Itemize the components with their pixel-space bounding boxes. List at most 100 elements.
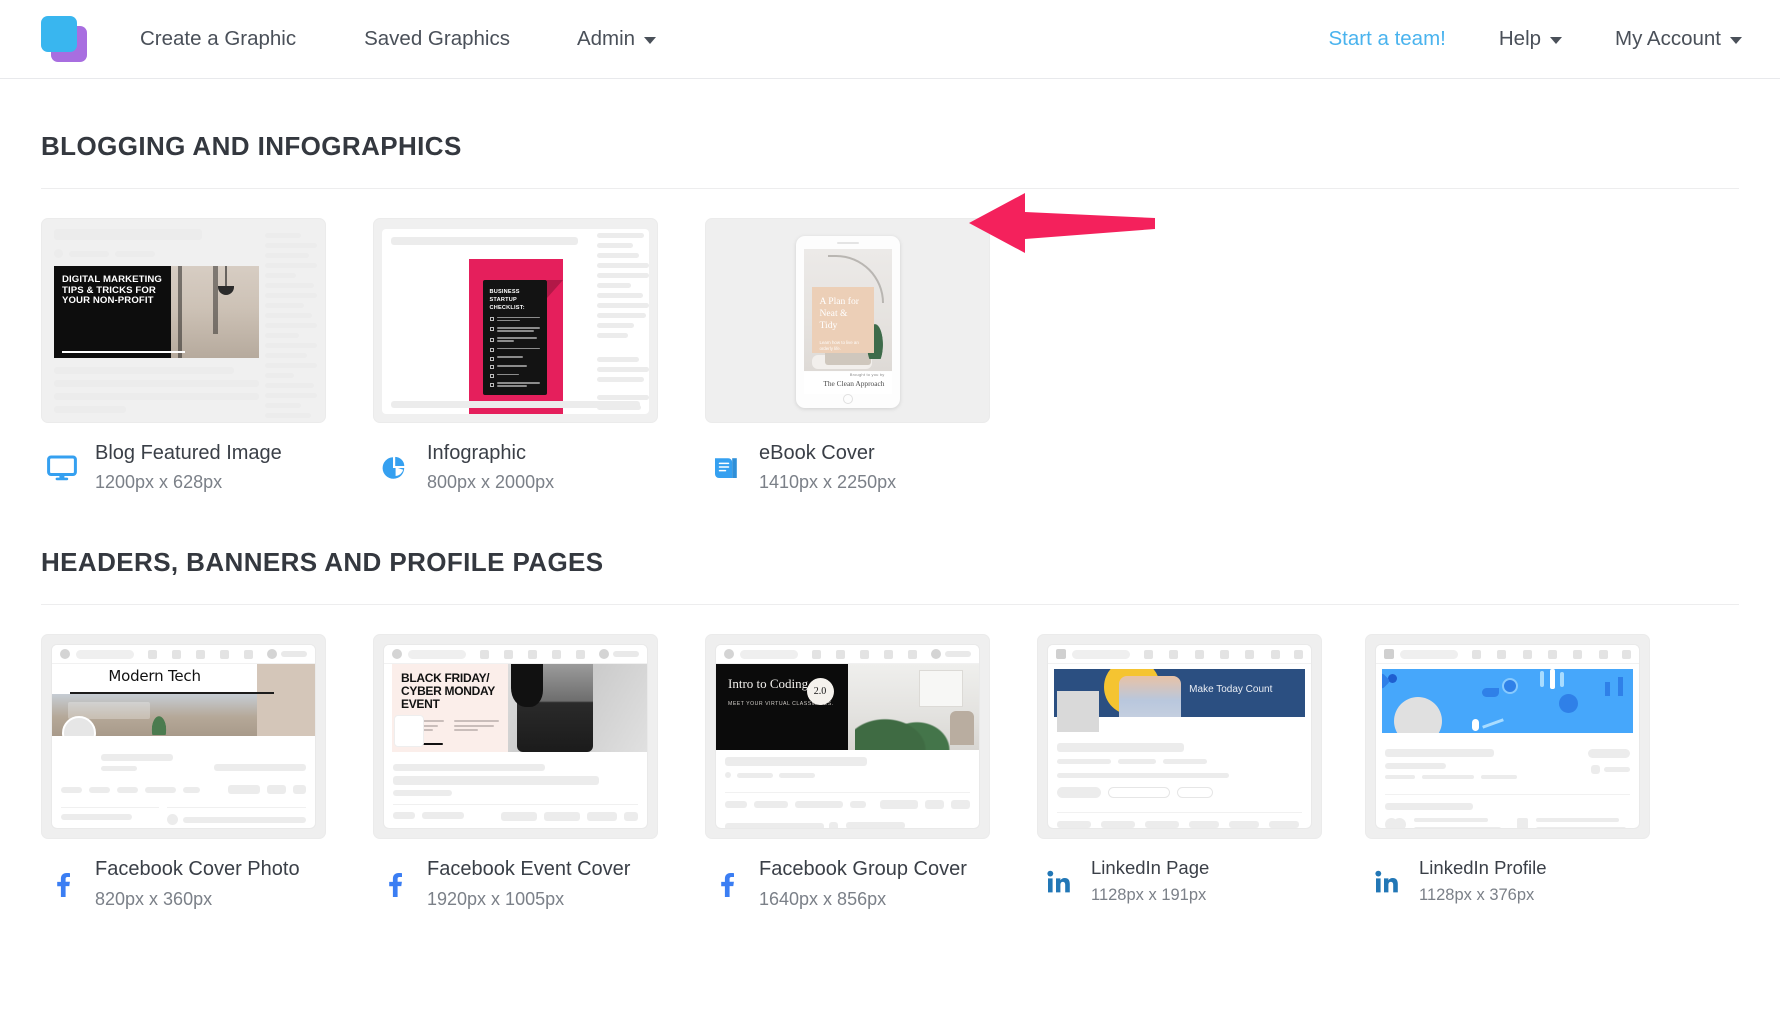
template-card-facebook-group-cover[interactable]: Intro to Coding MEET YOUR VIRTUAL CLASSM… (705, 634, 999, 911)
nav-link-create-a-graphic[interactable]: Create a Graphic (140, 27, 296, 51)
thumbnail-infographic[interactable]: BUSINESS STARTUP CHECKLIST: (373, 218, 658, 423)
template-card-blog-featured-image[interactable]: DIGITAL MARKETING TIPS & TRICKS FOR YOUR… (41, 218, 335, 495)
linkedin-logo-icon (1384, 649, 1394, 660)
template-card-infographic[interactable]: BUSINESS STARTUP CHECKLIST: Infographic … (373, 218, 667, 495)
person-decor (1472, 719, 1480, 732)
mock-profile-body (52, 736, 315, 828)
ph-avatar (54, 249, 63, 258)
messaging-icon (1548, 649, 1558, 659)
line-decor (1482, 718, 1505, 730)
hero-headline: DIGITAL MARKETING TIPS & TRICKS FOR YOUR… (62, 274, 162, 307)
card-text-block: LinkedIn Page 1128px x 191px (1091, 856, 1209, 907)
nav-item-help[interactable]: Help (1499, 27, 1563, 51)
nav-link-help[interactable]: Help (1499, 27, 1563, 51)
template-card-facebook-cover-photo[interactable]: Modern Tech Facebook Cover Photo 820px x… (41, 634, 335, 911)
search-field-placeholder (1400, 649, 1458, 659)
account-area (599, 649, 639, 660)
mock-group-body (716, 750, 979, 829)
nav-item-create-a-graphic[interactable]: Create a Graphic (140, 27, 296, 51)
toolbar-icons (804, 649, 925, 659)
mock-hero-image: DIGITAL MARKETING TIPS & TRICKS FOR YOUR… (54, 266, 259, 358)
home-icon (147, 649, 157, 659)
app-logo[interactable] (41, 16, 87, 62)
infographic-shadow (546, 280, 563, 298)
nav-link-my-account[interactable]: My Account (1615, 27, 1742, 51)
checkbox-icon (489, 365, 494, 370)
template-card-linkedin-page[interactable]: Make Today Count LinkedIn Page 1128px x … (1037, 634, 1327, 911)
search-field-placeholder (1072, 649, 1130, 659)
facebook-logo-icon (724, 649, 734, 660)
nav-link-start-a-team[interactable]: Start a team! (1329, 27, 1446, 51)
marketplace-icon (527, 649, 537, 659)
card-text-block: Infographic 800px x 2000px (427, 440, 554, 495)
jobs-icon (1522, 649, 1532, 659)
card-meta-facebook-group-cover: Facebook Group Cover 1640px x 856px (705, 856, 999, 911)
card-meta-blog-featured-image: Blog Featured Image 1200px x 628px (41, 440, 335, 495)
nav-item-admin[interactable]: Admin (577, 27, 657, 51)
card-meta-linkedin-page: LinkedIn Page 1128px x 191px (1037, 856, 1327, 907)
banner-left: Intro to Coding MEET YOUR VIRTUAL CLASSM… (716, 664, 848, 751)
section-title: BLOGGING AND INFOGRAPHICS (41, 131, 462, 161)
thumbnail-linkedin-profile[interactable] (1365, 634, 1650, 840)
facebook-mock-toolbar (384, 645, 647, 665)
toolbar-icons (140, 649, 261, 659)
template-card-linkedin-profile[interactable]: LinkedIn Profile 1128px x 376px (1365, 634, 1655, 911)
thumbnail-facebook-cover-photo[interactable]: Modern Tech (41, 634, 326, 840)
mock-article-body: DIGITAL MARKETING TIPS & TRICKS FOR YOUR… (54, 229, 259, 414)
card-title: Blog Featured Image (95, 442, 282, 464)
checklist-item (489, 316, 540, 323)
notifications-icon (908, 649, 918, 659)
ph-line (54, 367, 235, 374)
ph-meta (69, 250, 109, 257)
card-dimensions: 800px x 2000px (427, 472, 555, 493)
template-card-ebook-cover[interactable]: A Plan for Neat & Tidy Learn how to live… (705, 193, 1155, 495)
section-divider (41, 188, 1739, 189)
lamp-decor (218, 266, 235, 295)
hero-photo (170, 266, 259, 358)
thumbnail-facebook-event-cover[interactable]: BLACK FRIDAY/ CYBER MONDAY EVENT (373, 634, 658, 840)
linkedin-mock-toolbar (1376, 645, 1639, 665)
nav-item-my-account[interactable]: My Account (1615, 27, 1742, 51)
card-text-block: Facebook Group Cover 1640px x 856px (759, 856, 967, 911)
mock-linkedin-body (1048, 717, 1311, 829)
linkedin-mock-toolbar (1048, 645, 1311, 665)
card-dimensions: 1128px x 376px (1419, 885, 1535, 904)
nav-item-start-a-team[interactable]: Start a team! (1329, 27, 1446, 51)
card-title: Infographic (427, 442, 526, 464)
card-text-block: Facebook Event Cover 1920px x 1005px (427, 856, 630, 911)
thumbnail-ebook-cover[interactable]: A Plan for Neat & Tidy Learn how to live… (705, 218, 990, 423)
avatar (267, 649, 277, 660)
checklist-item (489, 382, 540, 388)
thumbnail-blog-featured-image[interactable]: DIGITAL MARKETING TIPS & TRICKS FOR YOUR… (41, 218, 326, 423)
checklist-item (489, 326, 540, 333)
card-title: Facebook Event Cover (427, 858, 631, 881)
page-content: BLOGGING AND INFOGRAPHICS DIGITAL MARKET… (0, 79, 1780, 912)
nav-item-saved-graphics[interactable]: Saved Graphics (364, 27, 510, 51)
thumbnail-facebook-group-cover[interactable]: Intro to Coding MEET YOUR VIRTUAL CLASSM… (705, 634, 990, 840)
thumbnail-linkedin-page[interactable]: Make Today Count (1037, 634, 1322, 840)
avatar (599, 649, 609, 660)
card-text-block: eBook Cover 1410px x 2250px (759, 440, 896, 495)
checklist-item (489, 364, 540, 370)
ebook-footer-brand: The Clean Approach (823, 379, 885, 388)
facebook-logo-icon (392, 649, 402, 660)
toolbar-icons (1136, 649, 1288, 659)
nav-link-saved-graphics[interactable]: Saved Graphics (364, 27, 510, 51)
account-area (267, 649, 307, 660)
card-dimensions: 1128px x 191px (1091, 885, 1207, 904)
template-card-facebook-event-cover[interactable]: BLACK FRIDAY/ CYBER MONDAY EVENT Faceboo… (373, 634, 667, 911)
nav-link-admin[interactable]: Admin (577, 27, 657, 51)
linkedin-profile-banner-area (1382, 669, 1633, 734)
home-icon (1472, 649, 1482, 659)
chevron-down-icon (1550, 37, 1563, 44)
monitor-icon (41, 455, 83, 481)
card-text-block: LinkedIn Profile 1128px x 376px (1419, 856, 1547, 907)
nav-left-group: Create a Graphic Saved Graphics Admin (0, 16, 657, 62)
tablet-speaker (836, 242, 859, 244)
checklist-item (489, 337, 540, 343)
notifications-icon (1245, 649, 1255, 659)
checkbox-icon (489, 337, 494, 342)
bar-decor (1540, 671, 1545, 688)
mock-event-body (384, 752, 647, 828)
intro-to-coding-banner: Intro to Coding MEET YOUR VIRTUAL CLASSM… (716, 664, 979, 751)
